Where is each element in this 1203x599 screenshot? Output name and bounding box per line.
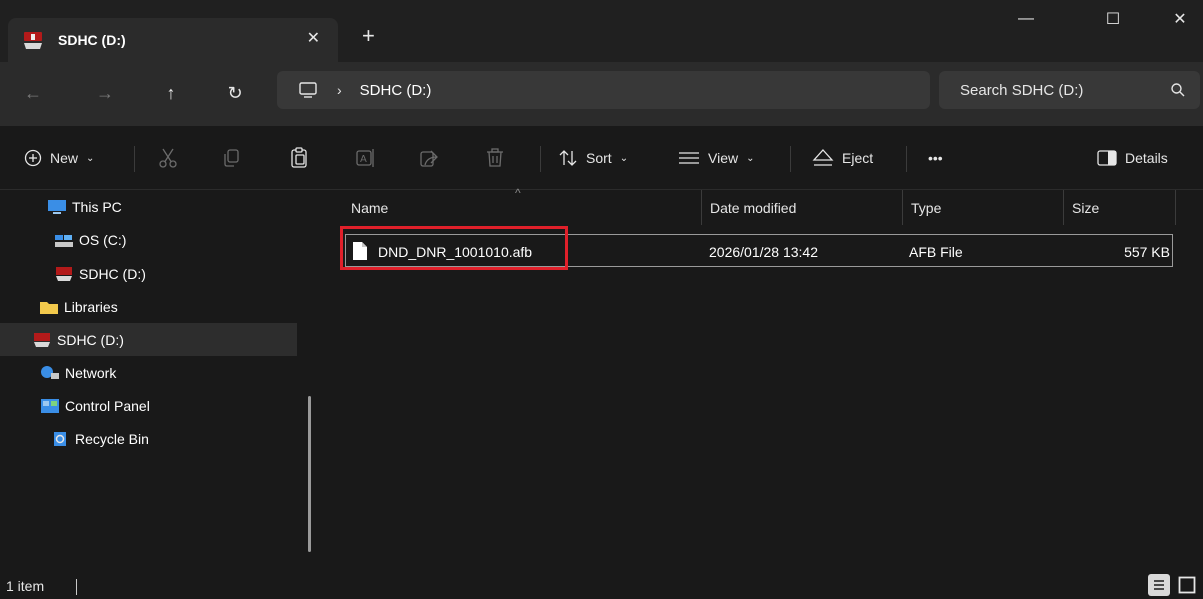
new-button[interactable]: New ⌄ — [24, 146, 94, 170]
sidebar-item-libraries[interactable]: Libraries — [0, 290, 297, 323]
sidebar-item-sdhc-d-selected[interactable]: SDHC (D:) — [0, 323, 297, 356]
network-icon — [41, 365, 59, 379]
new-label: New — [50, 150, 79, 166]
column-header-type[interactable]: Type — [911, 190, 941, 225]
close-window-button[interactable]: ✕ — [1157, 4, 1203, 34]
eject-button[interactable]: Eject — [812, 146, 873, 170]
sidebar-item-sdhc-d[interactable]: SDHC (D:) — [0, 257, 297, 290]
monitor-icon — [299, 82, 317, 98]
recycle-bin-icon — [54, 431, 66, 446]
copy-button[interactable] — [222, 146, 240, 170]
sidebar-item-control-panel[interactable]: Control Panel — [0, 389, 297, 422]
scissors-icon — [159, 148, 177, 168]
view-button[interactable]: View ⌄ — [678, 146, 754, 170]
rename-button[interactable]: A — [356, 146, 376, 170]
details-view-icon — [1154, 580, 1164, 590]
chevron-down-icon: ⌄ — [746, 152, 755, 164]
divider — [134, 146, 135, 172]
details-label: Details — [1125, 150, 1168, 166]
folder-icon — [40, 301, 58, 314]
tiles-view-button[interactable] — [1176, 574, 1198, 596]
svg-text:A: A — [360, 154, 367, 165]
sort-label: Sort — [586, 150, 612, 166]
address-bar[interactable]: › SDHC (D:) — [277, 71, 930, 109]
chevron-down-icon: ⌄ — [619, 152, 629, 164]
search-box[interactable]: Search SDHC (D:) — [939, 71, 1200, 109]
details-view-button[interactable] — [1148, 574, 1170, 596]
forward-button[interactable]: → — [92, 80, 118, 106]
column-divider[interactable] — [1175, 190, 1176, 225]
address-row: ← → ↑ ↻ › SDHC (D:) Search SDHC (D:) — [0, 62, 1203, 126]
tab-sdhc[interactable]: SDHC (D:) ✕ — [8, 18, 338, 62]
new-tab-button[interactable]: + — [362, 24, 375, 48]
file-date-modified: 2026/01/28 13:42 — [709, 243, 818, 260]
search-input[interactable]: Search SDHC (D:) — [960, 82, 1083, 99]
command-bar: New ⌄ A Sort ⌄ View ⌄ Eject ••• Details — [0, 126, 1203, 190]
close-tab-icon[interactable]: ✕ — [307, 28, 320, 48]
share-icon — [420, 150, 438, 167]
highlight-box — [340, 226, 568, 270]
drive-icon — [55, 234, 73, 247]
more-icon: ••• — [928, 150, 943, 166]
eject-icon — [812, 149, 834, 166]
status-bar: 1 item — [0, 571, 1203, 599]
column-divider[interactable] — [701, 190, 702, 225]
sort-button[interactable]: Sort ⌄ — [558, 146, 628, 170]
cut-button[interactable] — [158, 146, 178, 170]
back-button[interactable]: ← — [20, 80, 46, 106]
rename-icon: A — [356, 149, 374, 167]
sd-drive-icon — [56, 266, 72, 281]
sidebar-item-os-c[interactable]: OS (C:) — [0, 223, 297, 256]
minimize-button[interactable]: — — [1003, 4, 1049, 34]
column-divider[interactable] — [1063, 190, 1064, 225]
list-view-icon — [679, 152, 699, 164]
breadcrumb-sdhc[interactable]: SDHC (D:) — [360, 82, 432, 99]
tiles-view-icon — [1178, 576, 1196, 594]
divider — [540, 146, 541, 172]
search-icon — [1171, 83, 1185, 97]
plus-circle-icon — [24, 149, 42, 167]
title-bar: SDHC (D:) ✕ + — ☐ ✕ — [0, 0, 1203, 62]
column-header-size[interactable]: Size — [1072, 190, 1099, 225]
column-header-date[interactable]: Date modified — [710, 190, 796, 225]
sort-indicator-icon: ^ — [515, 186, 521, 200]
sidebar-item-recycle-bin[interactable]: Recycle Bin — [0, 422, 297, 455]
sidebar-item-network[interactable]: Network — [0, 356, 297, 389]
delete-button[interactable] — [486, 146, 504, 170]
share-button[interactable] — [420, 146, 440, 170]
navigation-pane: This PC OS (C:) SDHC (D:) Libraries SDHC… — [0, 190, 312, 571]
file-size: 557 KB — [1124, 243, 1170, 260]
trash-icon — [487, 148, 503, 167]
sidebar-item-this-pc[interactable]: This PC — [0, 190, 297, 223]
more-options-button[interactable]: ••• — [928, 146, 943, 170]
refresh-button[interactable]: ↻ — [222, 80, 248, 106]
view-label: View — [708, 150, 739, 166]
details-button[interactable]: Details — [1097, 146, 1168, 170]
details-pane-icon — [1097, 150, 1117, 166]
column-header-name[interactable]: Name — [351, 190, 388, 225]
eject-label: Eject — [842, 150, 874, 166]
sidebar-scrollbar[interactable] — [308, 396, 311, 552]
paste-button[interactable] — [290, 146, 308, 170]
control-panel-icon — [41, 398, 59, 413]
copy-icon — [224, 149, 239, 167]
monitor-icon — [48, 199, 66, 214]
column-divider[interactable] — [902, 190, 903, 225]
divider — [790, 146, 791, 172]
file-type: AFB File — [909, 243, 963, 260]
sd-drive-icon — [24, 32, 42, 49]
sd-drive-icon — [34, 332, 50, 347]
up-button[interactable]: ↑ — [158, 80, 184, 106]
status-divider — [76, 579, 77, 595]
maximize-button[interactable]: ☐ — [1090, 4, 1136, 34]
chevron-down-icon: ⌄ — [86, 152, 95, 164]
sort-icon — [559, 150, 577, 166]
divider — [906, 146, 907, 172]
item-count: 1 item — [6, 578, 45, 594]
breadcrumb-separator: › — [337, 82, 342, 98]
tab-title: SDHC (D:) — [58, 32, 126, 48]
clipboard-icon — [291, 147, 307, 168]
